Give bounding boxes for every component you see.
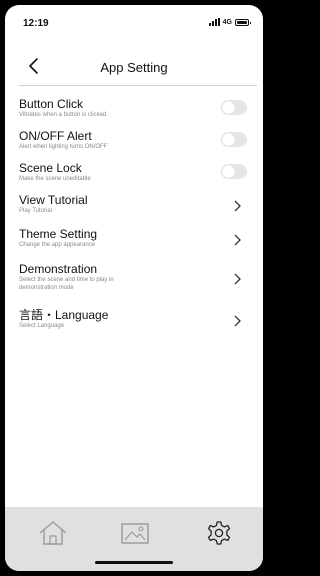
settings-list: Button Click Vibrates when a button is c… bbox=[5, 91, 263, 336]
bottom-nav bbox=[5, 507, 263, 571]
battery-icon bbox=[235, 18, 251, 26]
gallery-icon[interactable] bbox=[119, 519, 151, 547]
setting-theme[interactable]: Theme Setting Change the app appearance bbox=[5, 221, 263, 256]
setting-label: Demonstration bbox=[19, 262, 98, 276]
setting-description: Change the app appearance bbox=[19, 242, 96, 248]
status-bar: 12:19 4G bbox=[5, 5, 263, 39]
settings-gear-icon[interactable] bbox=[203, 519, 235, 547]
setting-onoff-alert[interactable]: ON/OFF Alert Alert when lighting turns O… bbox=[5, 123, 263, 155]
setting-label: Scene Lock bbox=[19, 161, 82, 175]
signal-icon bbox=[208, 18, 220, 26]
setting-description: Select Language bbox=[19, 323, 65, 329]
chevron-right-icon bbox=[234, 234, 241, 246]
setting-description: Play Tutorial bbox=[19, 208, 53, 214]
header-divider bbox=[19, 85, 257, 86]
setting-language[interactable]: 言語・Language Select Language bbox=[5, 302, 263, 336]
button-click-toggle[interactable] bbox=[221, 100, 247, 115]
home-indicator bbox=[95, 561, 173, 564]
chevron-right-icon bbox=[234, 273, 241, 285]
page-title: App Setting bbox=[100, 60, 168, 75]
setting-scene-lock[interactable]: Scene Lock Make the scene uneditable bbox=[5, 155, 263, 187]
phone-screen: 12:19 4G App Setting Button Click Vibrat… bbox=[5, 5, 263, 571]
setting-description: Vibrates when a button is clicked. bbox=[19, 112, 108, 118]
status-indicators: 4G bbox=[208, 18, 251, 26]
setting-label: ON/OFF Alert bbox=[19, 129, 92, 143]
setting-label: Button Click bbox=[19, 97, 84, 111]
setting-description: Alert when lighting turns ON/OFF bbox=[19, 144, 108, 150]
scene-lock-toggle[interactable] bbox=[221, 164, 247, 179]
network-type: 4G bbox=[222, 18, 232, 26]
setting-description: Select the scene and time to play in dem… bbox=[19, 277, 114, 291]
setting-button-click[interactable]: Button Click Vibrates when a button is c… bbox=[5, 91, 263, 123]
header: App Setting bbox=[5, 49, 263, 83]
chevron-right-icon bbox=[234, 315, 241, 327]
status-time: 12:19 bbox=[23, 18, 49, 29]
home-icon[interactable] bbox=[37, 519, 69, 547]
setting-description: Make the scene uneditable bbox=[19, 176, 91, 182]
setting-demonstration[interactable]: Demonstration Select the scene and time … bbox=[5, 256, 263, 302]
chevron-right-icon bbox=[234, 200, 241, 212]
setting-label: 言語・Language bbox=[19, 308, 109, 322]
setting-label: View Tutorial bbox=[19, 193, 88, 207]
setting-view-tutorial[interactable]: View Tutorial Play Tutorial bbox=[5, 187, 263, 221]
onoff-alert-toggle[interactable] bbox=[221, 132, 247, 147]
setting-label: Theme Setting bbox=[19, 227, 98, 241]
